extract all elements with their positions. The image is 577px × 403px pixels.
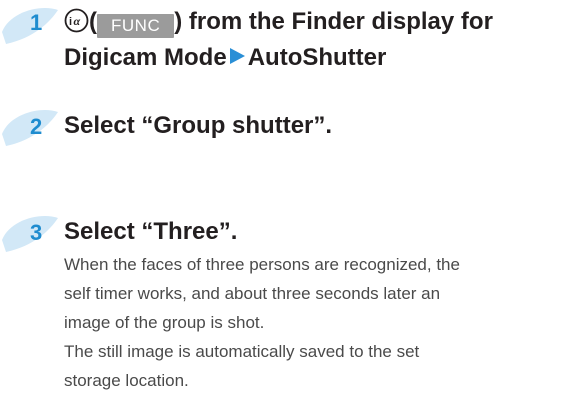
description-line: image of the group is shot. (64, 313, 265, 332)
step-number: 2 (30, 114, 43, 139)
paren-open: ( (89, 8, 97, 35)
step-description: When the faces of three persons are reco… (64, 250, 574, 395)
func-key-label: FUNC (97, 14, 175, 38)
description-line: The still image is automatically saved t… (64, 342, 420, 361)
step-number: 1 (30, 10, 43, 35)
description-line: storage location. (64, 371, 189, 390)
svg-text:i: i (69, 16, 72, 28)
step-1-line1: ) from the Finder display for (174, 8, 493, 35)
description-line: self timer works, and about three second… (64, 284, 441, 303)
step-badge: 3 (0, 210, 60, 254)
i-alpha-key-icon: i α (64, 8, 89, 33)
step-title: Select “Group shutter”. (64, 112, 333, 139)
step-title: Select “Three”. (64, 218, 238, 245)
step-badge: 2 (0, 104, 60, 148)
step-title-line2: Digicam Mode AutoShutter (64, 40, 386, 76)
description-line: When the faces of three persons are reco… (64, 255, 460, 274)
right-triangle-icon (229, 48, 245, 64)
step-badge: 1 (0, 2, 60, 46)
svg-text:α: α (74, 14, 81, 28)
step-title: i α (FUNC) from the Finder display for (64, 4, 493, 40)
step-1-line2-a: Digicam Mode (64, 44, 227, 71)
step-number: 3 (30, 220, 43, 245)
step-1-line2-b: AutoShutter (247, 44, 387, 71)
